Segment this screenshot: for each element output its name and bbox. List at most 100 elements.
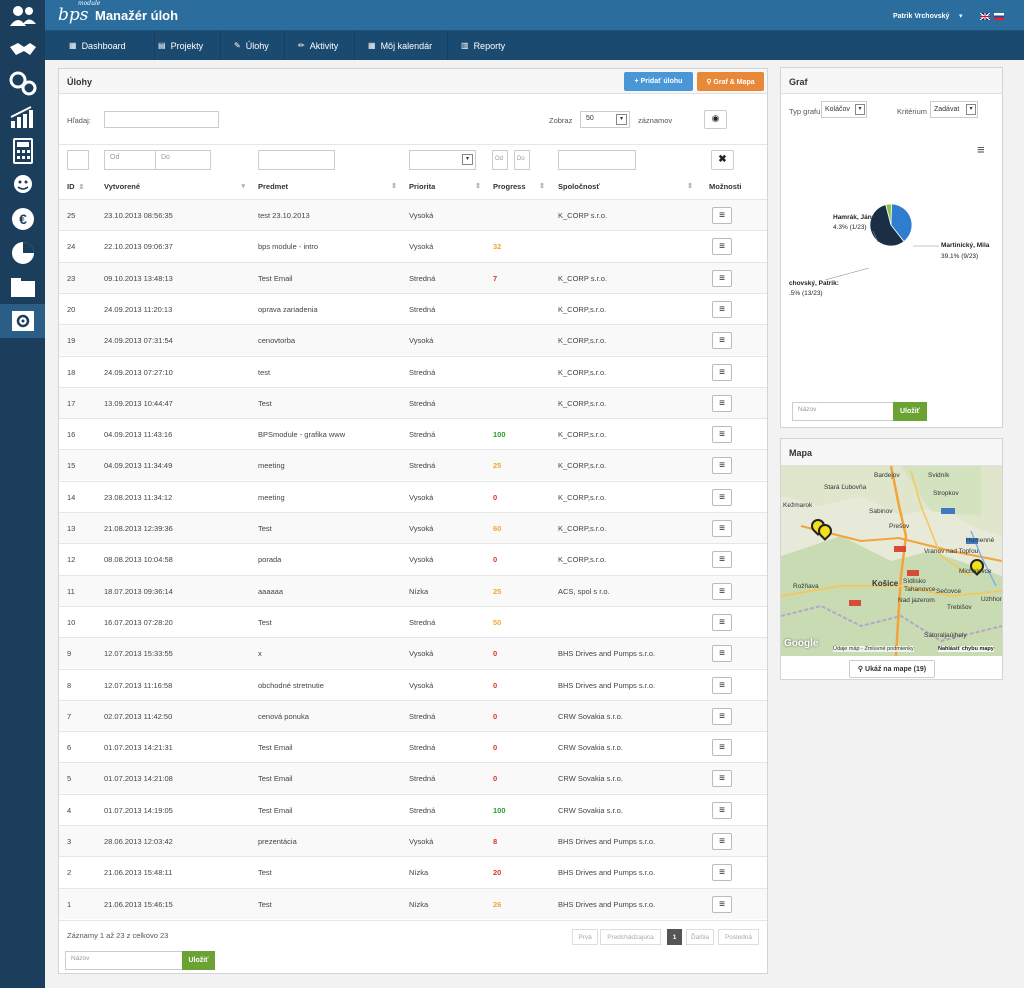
table-row[interactable]: 4 01.07.2013 14:19:05 Test Email Stredná 100… [59, 793, 767, 825]
row-options-button[interactable]: ≡ [712, 582, 732, 600]
uk-flag-icon[interactable] [980, 13, 990, 20]
row-options-button[interactable]: ≡ [712, 770, 732, 788]
progress-to-input[interactable]: Do [514, 150, 530, 170]
progress-from-input[interactable]: Od [492, 150, 508, 170]
row-options-button[interactable]: ≡ [712, 613, 732, 631]
col-company[interactable]: Spoločnosť ⇕ [558, 182, 693, 191]
chart-up-icon[interactable] [0, 100, 45, 134]
col-created[interactable]: Vytvorené ▾ [104, 182, 245, 191]
table-row[interactable]: 7 02.07.2013 11:42:50 cenová ponuka Stredná… [59, 699, 767, 731]
row-options-button[interactable]: ≡ [712, 739, 732, 757]
nav-dashboard[interactable]: ▦ Dashboard [55, 31, 155, 60]
folders-icon[interactable] [0, 270, 45, 304]
row-options-button[interactable]: ≡ [712, 363, 732, 381]
row-options-button[interactable]: ≡ [712, 332, 732, 350]
support-icon[interactable] [0, 168, 45, 202]
company-filter-input[interactable] [558, 150, 636, 170]
table-row[interactable]: 14 23.08.2013 11:34:12 meeting Vysoká 0 K_COR… [59, 480, 767, 512]
row-options-button[interactable]: ≡ [712, 645, 732, 663]
calculator-icon[interactable] [0, 134, 45, 168]
caret-down-icon[interactable]: ▾ [959, 12, 963, 20]
pie-icon[interactable] [0, 236, 45, 270]
date-from-input[interactable]: Od [104, 150, 156, 170]
date-to-input[interactable]: Do [155, 150, 211, 170]
table-row[interactable]: 1 21.06.2013 15:46:15 Test Nízka 26 BHS Drive… [59, 887, 767, 919]
row-options-button[interactable]: ≡ [712, 394, 732, 412]
table-row[interactable]: 3 28.06.2013 12:03:42 prezentácia Vysoká 8 BH… [59, 825, 767, 856]
user-menu[interactable]: Patrik Vrchovský [893, 13, 949, 20]
handshake-icon[interactable] [0, 32, 45, 66]
search-input[interactable] [104, 111, 219, 128]
table-row[interactable]: 12 08.08.2013 10:04:58 porada Vysoká 0 K_CORP… [59, 543, 767, 574]
euro-icon[interactable]: € [0, 202, 45, 236]
last-page-button[interactable]: Posledná [718, 929, 759, 945]
col-subject[interactable]: Predmet ⇕ [258, 182, 397, 191]
table-row[interactable]: 8 12.07.2013 11:16:58 obchodné stretnutie V… [59, 668, 767, 700]
row-options-button[interactable]: ≡ [712, 707, 732, 725]
row-options-button[interactable]: ≡ [712, 551, 732, 569]
id-filter-input[interactable] [67, 150, 89, 170]
row-options-button[interactable]: ≡ [712, 269, 732, 287]
criterion-select[interactable]: Zadávat ▾ [930, 101, 978, 118]
save-chart-button[interactable]: Uložiť [893, 402, 927, 421]
table-row[interactable]: 9 12.07.2013 15:33:55 x Vysoká 0 BHS Drives a… [59, 637, 767, 669]
page-size-select[interactable]: 50 ▾ [580, 111, 630, 128]
show-on-map-button[interactable]: ⚲ Ukáž na mape (19) [849, 660, 935, 678]
col-priority[interactable]: Priorita ⇕ [409, 182, 481, 191]
page-1-button[interactable]: 1 [667, 929, 682, 945]
row-options-button[interactable]: ≡ [712, 238, 732, 256]
table-row[interactable]: 18 24.09.2013 07:27:10 test Stredná K_CORP,s… [59, 355, 767, 387]
logo[interactable]: module bps [58, 0, 100, 25]
row-options-button[interactable]: ≡ [712, 207, 732, 224]
row-options-button[interactable]: ≡ [712, 488, 732, 506]
nav-ulohy[interactable]: ✎ Úlohy [220, 31, 285, 60]
nav-aktivity[interactable]: ✏ Aktivity [284, 31, 355, 60]
nav-kalendar[interactable]: ▦ Môj kalendár [354, 31, 448, 60]
users-icon[interactable] [0, 0, 45, 32]
toggle-columns-button[interactable]: ◉ [704, 110, 727, 129]
filter-name-input[interactable]: Názov [65, 951, 183, 970]
sk-flag-icon[interactable] [994, 13, 1004, 20]
table-row[interactable]: 5 01.07.2013 14:21:08 Test Email Stredná 0 CR… [59, 762, 767, 794]
table-row[interactable]: 25 23.10.2013 08:56:35 test 23.10.2013 Vyso… [59, 199, 767, 230]
next-page-button[interactable]: Ďalšia [686, 929, 714, 945]
map-view[interactable]: Bardejov Svidník Stará Ľubovňa Stropkov Kežm… [781, 466, 1002, 656]
map-report-link[interactable]: Nahlásiť chybu mapy [938, 646, 994, 652]
row-options-button[interactable]: ≡ [712, 300, 732, 318]
col-id[interactable]: ID ⇕ [67, 182, 84, 191]
save-filter-button[interactable]: Uložiť [182, 951, 215, 970]
row-options-button[interactable]: ≡ [712, 801, 732, 819]
clear-filters-button[interactable]: ✖ [711, 150, 734, 170]
row-options-button[interactable]: ≡ [712, 833, 732, 850]
nav-projekty[interactable]: ▤ Projekty [144, 31, 221, 60]
row-options-button[interactable]: ≡ [712, 457, 732, 475]
table-row[interactable]: 24 22.10.2013 09:06:37 bps module - intro V… [59, 230, 767, 261]
table-row[interactable]: 10 16.07.2013 07:28:20 Test Stredná 50 ≡ [59, 605, 767, 637]
table-row[interactable]: 6 01.07.2013 14:21:31 Test Email Stredná 0 CR… [59, 731, 767, 762]
table-row[interactable]: 16 04.09.2013 11:43:16 BPSmodule - grafika… [59, 418, 767, 449]
priority-filter-select[interactable]: ▾ [409, 150, 476, 170]
table-row[interactable]: 17 13.09.2013 10:44:47 Test Stredná K_CORP,s… [59, 386, 767, 418]
table-row[interactable]: 11 18.07.2013 09:36:14 aaaaaa Nízka 25 ACS, s… [59, 574, 767, 606]
chart-map-button[interactable]: ⚲ Graf & Mapa [697, 72, 764, 91]
table-row[interactable]: 20 24.09.2013 11:20:13 oprava zariadenia St… [59, 292, 767, 324]
row-options-button[interactable]: ≡ [712, 426, 732, 444]
settings-icon[interactable] [0, 304, 45, 338]
table-row[interactable]: 23 09.10.2013 13:48:13 Test Email Stredná 7 K… [59, 261, 767, 293]
row-options-button[interactable]: ≡ [712, 864, 732, 882]
row-options-button[interactable]: ≡ [712, 895, 732, 913]
chart-name-input[interactable]: Názov [792, 402, 895, 421]
chart-menu-icon[interactable]: ≡ [977, 142, 985, 157]
table-row[interactable]: 13 21.08.2013 12:39:36 Test Vysoká 60 K_CORP,… [59, 512, 767, 543]
row-options-button[interactable]: ≡ [712, 676, 732, 694]
first-page-button[interactable]: Prvá [572, 929, 598, 945]
nav-reporty[interactable]: ▥ Reporty [447, 31, 527, 60]
table-row[interactable]: 19 24.09.2013 07:31:54 cenovtorba Vysoká K_C… [59, 324, 767, 356]
prev-page-button[interactable]: Predchádzajúca [600, 929, 661, 945]
table-row[interactable]: 2 21.06.2013 15:48:11 Test Nízka 20 BHS Drive… [59, 856, 767, 887]
gears-icon[interactable] [0, 66, 45, 100]
table-row[interactable]: 15 04.09.2013 11:34:49 meeting Stredná 25 K_C… [59, 449, 767, 481]
chart-type-select[interactable]: Koláčov ▾ [821, 101, 867, 118]
subject-filter-input[interactable] [258, 150, 335, 170]
add-task-button[interactable]: + Pridať úlohu [624, 72, 693, 91]
